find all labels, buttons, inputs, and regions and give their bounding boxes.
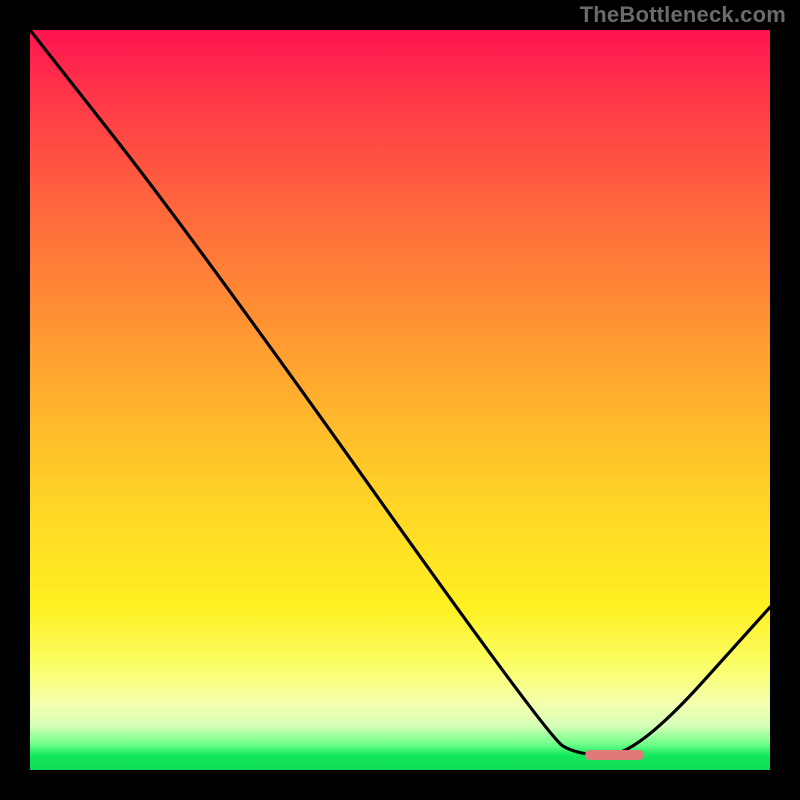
curve-svg bbox=[30, 30, 770, 770]
watermark-text: TheBottleneck.com bbox=[580, 2, 786, 28]
curve-path bbox=[30, 30, 770, 755]
chart-stage: TheBottleneck.com bbox=[0, 0, 800, 800]
optimal-marker bbox=[585, 750, 644, 760]
plot-area bbox=[30, 30, 770, 770]
